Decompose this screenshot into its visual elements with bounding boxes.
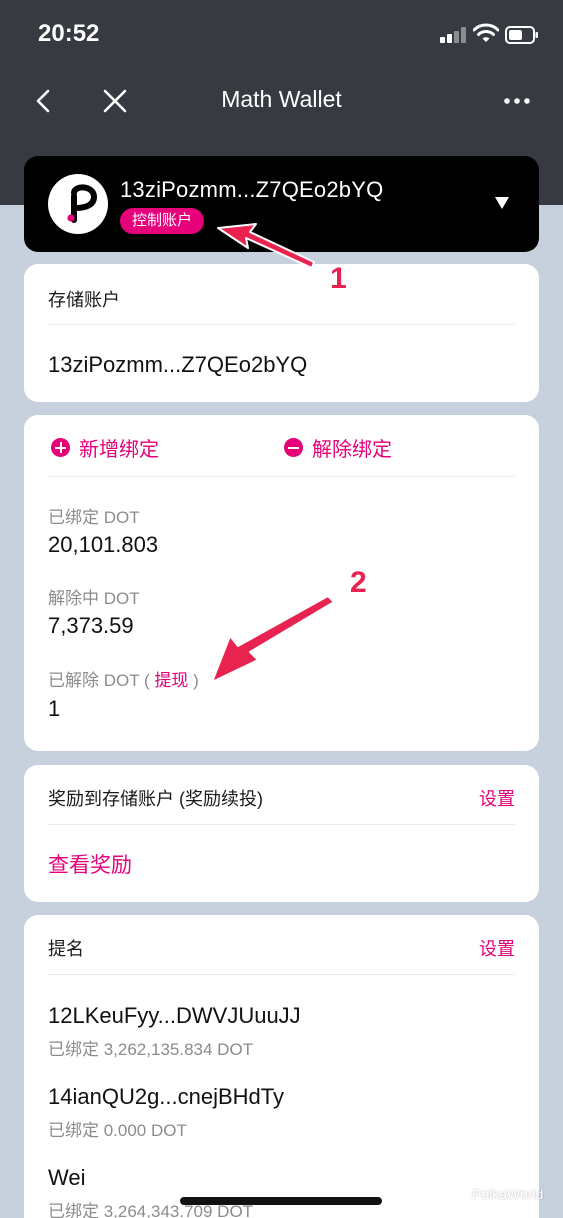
unbonded-label-close: ) — [193, 671, 199, 690]
wifi-icon — [473, 23, 499, 42]
page-title: Math Wallet — [221, 86, 342, 112]
divider — [48, 974, 515, 975]
nav-bar: Math Wallet — [0, 68, 563, 132]
dropdown-triangle-icon[interactable] — [494, 196, 510, 210]
watermark: PolkaWorld — [446, 1186, 543, 1202]
more-icon[interactable] — [502, 86, 532, 116]
nominee-bonded: 已绑定 0.000 DOT — [48, 1121, 187, 1140]
nominee-bonded: 已绑定 3,262,135.834 DOT — [48, 1040, 254, 1059]
add-bond-label: 新增绑定 — [79, 439, 159, 461]
home-indicator — [180, 1197, 382, 1205]
account-address: 13ziPozmm...Z7QEo2bYQ — [120, 177, 384, 202]
stash-account-label: 存储账户 — [48, 290, 120, 310]
bonded-value: 20,101.803 — [48, 532, 159, 557]
annotation-arrow-2 — [211, 596, 335, 683]
nominee-name: Wei — [48, 1165, 86, 1190]
bonding-card: 新增绑定 解除绑定 已绑定 DOT 20,101.803 解除中 DOT 7,3… — [24, 415, 539, 751]
rewards-destination-label: 奖励到存储账户 (奖励续投) — [48, 789, 263, 809]
cellular-signal-icon — [440, 27, 468, 43]
stash-account-address: 13ziPozmm...Z7QEo2bYQ — [48, 352, 308, 377]
status-time: 20:52 — [38, 20, 100, 47]
rewards-card: 奖励到存储账户 (奖励续投) 设置 查看奖励 — [24, 765, 539, 902]
watermark-text: PolkaWorld — [472, 1186, 544, 1202]
stash-account-card: 存储账户 13ziPozmm...Z7QEo2bYQ — [24, 264, 539, 402]
minus-circle-icon — [284, 438, 303, 457]
unbonding-label: 解除中 DOT — [48, 589, 140, 608]
add-bond-button[interactable]: 新增绑定 — [51, 433, 159, 462]
unbonded-label-text: 已解除 DOT ( — [48, 671, 150, 690]
unbonded-value: 1 — [48, 696, 61, 721]
nominations-settings-link[interactable]: 设置 — [479, 935, 515, 961]
plus-circle-icon — [51, 438, 70, 457]
battery-icon — [505, 26, 538, 44]
nominations-card: 提名 设置 12LKeuFyy...DWVJUuuJJ 已绑定 3,262,13… — [24, 915, 539, 1218]
annotation-number-2: 2 — [350, 566, 367, 599]
view-rewards-link[interactable]: 查看奖励 — [48, 849, 132, 879]
nominee-name: 12LKeuFyy...DWVJUuuJJ — [48, 1003, 301, 1028]
annotation-arrow-1 — [217, 223, 315, 269]
controller-account-badge: 控制账户 — [120, 208, 205, 234]
unbond-button[interactable]: 解除绑定 — [284, 433, 392, 462]
annotation-number-1: 1 — [330, 262, 347, 295]
unbonded-label: 已解除 DOT ( 提现 ) — [48, 666, 199, 691]
divider — [48, 324, 515, 325]
wechat-icon — [446, 1186, 468, 1202]
divider — [48, 476, 515, 477]
unbonding-value: 7,373.59 — [48, 613, 134, 638]
bonded-label: 已绑定 DOT — [48, 508, 140, 527]
polkadot-logo-icon — [48, 174, 108, 234]
rewards-settings-link[interactable]: 设置 — [479, 785, 515, 811]
nominee-name: 14ianQU2g...cnejBHdTy — [48, 1084, 285, 1109]
unbond-label: 解除绑定 — [312, 439, 392, 461]
status-bar: 20:52 — [0, 0, 563, 68]
nominations-label: 提名 — [48, 939, 84, 959]
divider — [48, 824, 515, 825]
withdraw-link[interactable]: 提现 — [154, 671, 188, 690]
